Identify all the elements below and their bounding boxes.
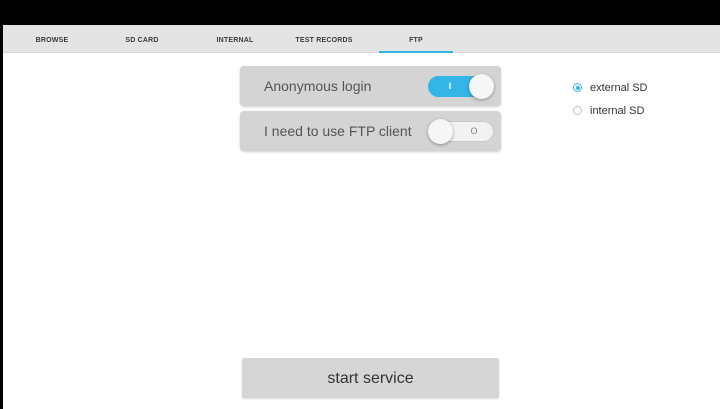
anonymous-login-panel: Anonymous login I: [240, 66, 501, 106]
ftp-client-panel: I need to use FTP client O: [240, 111, 501, 151]
tab-browse[interactable]: BROWSE: [30, 25, 74, 53]
start-service-button[interactable]: start service: [242, 358, 499, 398]
toggle-knob: [428, 119, 453, 144]
toggle-off-mark: O: [470, 126, 478, 136]
radio-button-unchecked: [573, 106, 582, 115]
tab-sd-card-label: SD CARD: [125, 37, 159, 44]
start-service-label: start service: [327, 370, 414, 387]
external-sd-label: external SD: [590, 82, 648, 94]
tab-internal[interactable]: INTERNAL: [210, 25, 260, 53]
tab-test-records-label: TEST RECORDS: [295, 37, 353, 44]
internal-sd-label: internal SD: [590, 105, 645, 117]
toggle-on-mark: I: [448, 81, 452, 91]
toggle-knob: [469, 74, 494, 99]
tab-test-records[interactable]: TEST RECORDS: [286, 25, 362, 53]
tab-selected-indicator: [379, 51, 453, 53]
ftp-client-label: I need to use FTP client: [264, 123, 412, 139]
tab-internal-label: INTERNAL: [216, 37, 254, 44]
status-bar: [0, 0, 720, 25]
window-edge: [0, 25, 3, 409]
tab-bar: BROWSE SD CARD INTERNAL TEST RECORDS FTP: [3, 25, 720, 53]
anonymous-login-label: Anonymous login: [264, 78, 372, 94]
radio-button-checked: [573, 83, 582, 92]
tab-sd-card[interactable]: SD CARD: [120, 25, 164, 53]
anonymous-login-toggle[interactable]: I: [428, 74, 494, 99]
ftp-client-toggle[interactable]: O: [428, 119, 494, 144]
tab-ftp[interactable]: FTP: [376, 25, 456, 53]
tab-ftp-label: FTP: [409, 37, 423, 44]
tab-browse-label: BROWSE: [35, 37, 69, 44]
